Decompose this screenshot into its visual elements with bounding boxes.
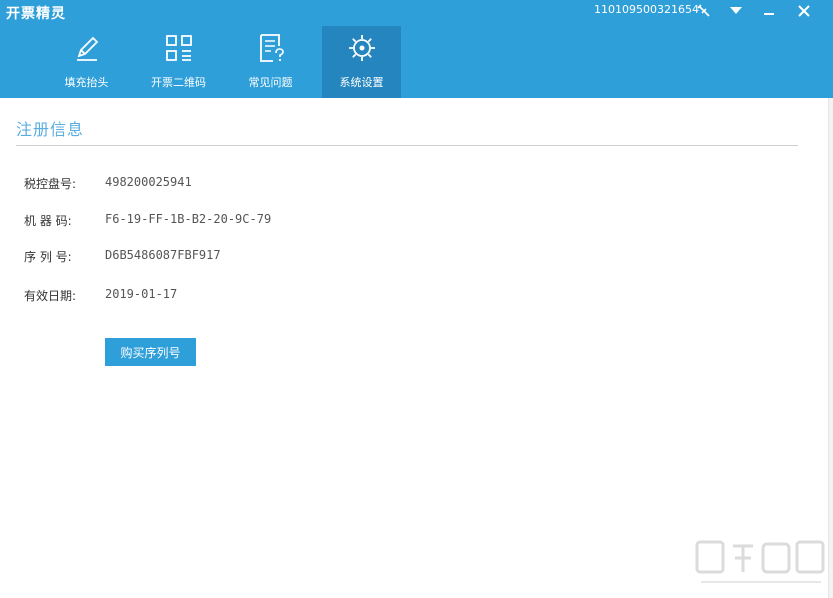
- pencil-icon: [76, 36, 98, 61]
- dropdown-icon[interactable]: [722, 0, 750, 22]
- expiry-date-value: 2019-01-17: [105, 287, 178, 301]
- machine-code-label: 机 器 码:: [24, 214, 72, 228]
- top-toolbar: 开票精灵 110109500321654 填充抬头 开票二维码 常见问题 系统设…: [0, 0, 833, 98]
- nav-label: 开票二维码: [151, 76, 206, 89]
- nav-label: 系统设置: [339, 76, 384, 89]
- app-title: 开票精灵: [6, 6, 66, 22]
- buy-serial-button[interactable]: 购买序列号: [105, 338, 196, 366]
- gear-icon: [348, 35, 375, 61]
- expiry-date-label: 有效日期:: [24, 289, 77, 303]
- minimize-icon[interactable]: [755, 0, 783, 22]
- nav-fill-header[interactable]: 填充抬头: [44, 26, 129, 98]
- nav-label: 填充抬头: [64, 76, 109, 89]
- tax-disk-value: 498200025941: [105, 175, 192, 189]
- divider: [16, 145, 798, 146]
- serial-number-value: D6B5486087FBF917: [105, 248, 221, 262]
- nav-qrcode[interactable]: 开票二维码: [136, 26, 221, 98]
- nav-label: 常见问题: [248, 76, 293, 89]
- machine-code-value: F6-19-FF-1B-B2-20-9C-79: [105, 212, 272, 226]
- section-title: 注册信息: [16, 120, 85, 139]
- pin-icon[interactable]: [690, 0, 718, 22]
- nav-system-settings[interactable]: 系统设置: [322, 26, 401, 98]
- close-icon[interactable]: [790, 0, 818, 22]
- tax-disk-label: 税控盘号:: [24, 177, 77, 191]
- qrcode-icon: [165, 35, 192, 61]
- serial-number-label: 序 列 号:: [24, 250, 72, 264]
- account-id: 110109500321654: [594, 3, 699, 16]
- nav-faq[interactable]: 常见问题: [228, 26, 313, 98]
- scrollbar[interactable]: [828, 98, 833, 598]
- watermark-logo: [695, 540, 825, 583]
- faq-icon: [259, 34, 284, 62]
